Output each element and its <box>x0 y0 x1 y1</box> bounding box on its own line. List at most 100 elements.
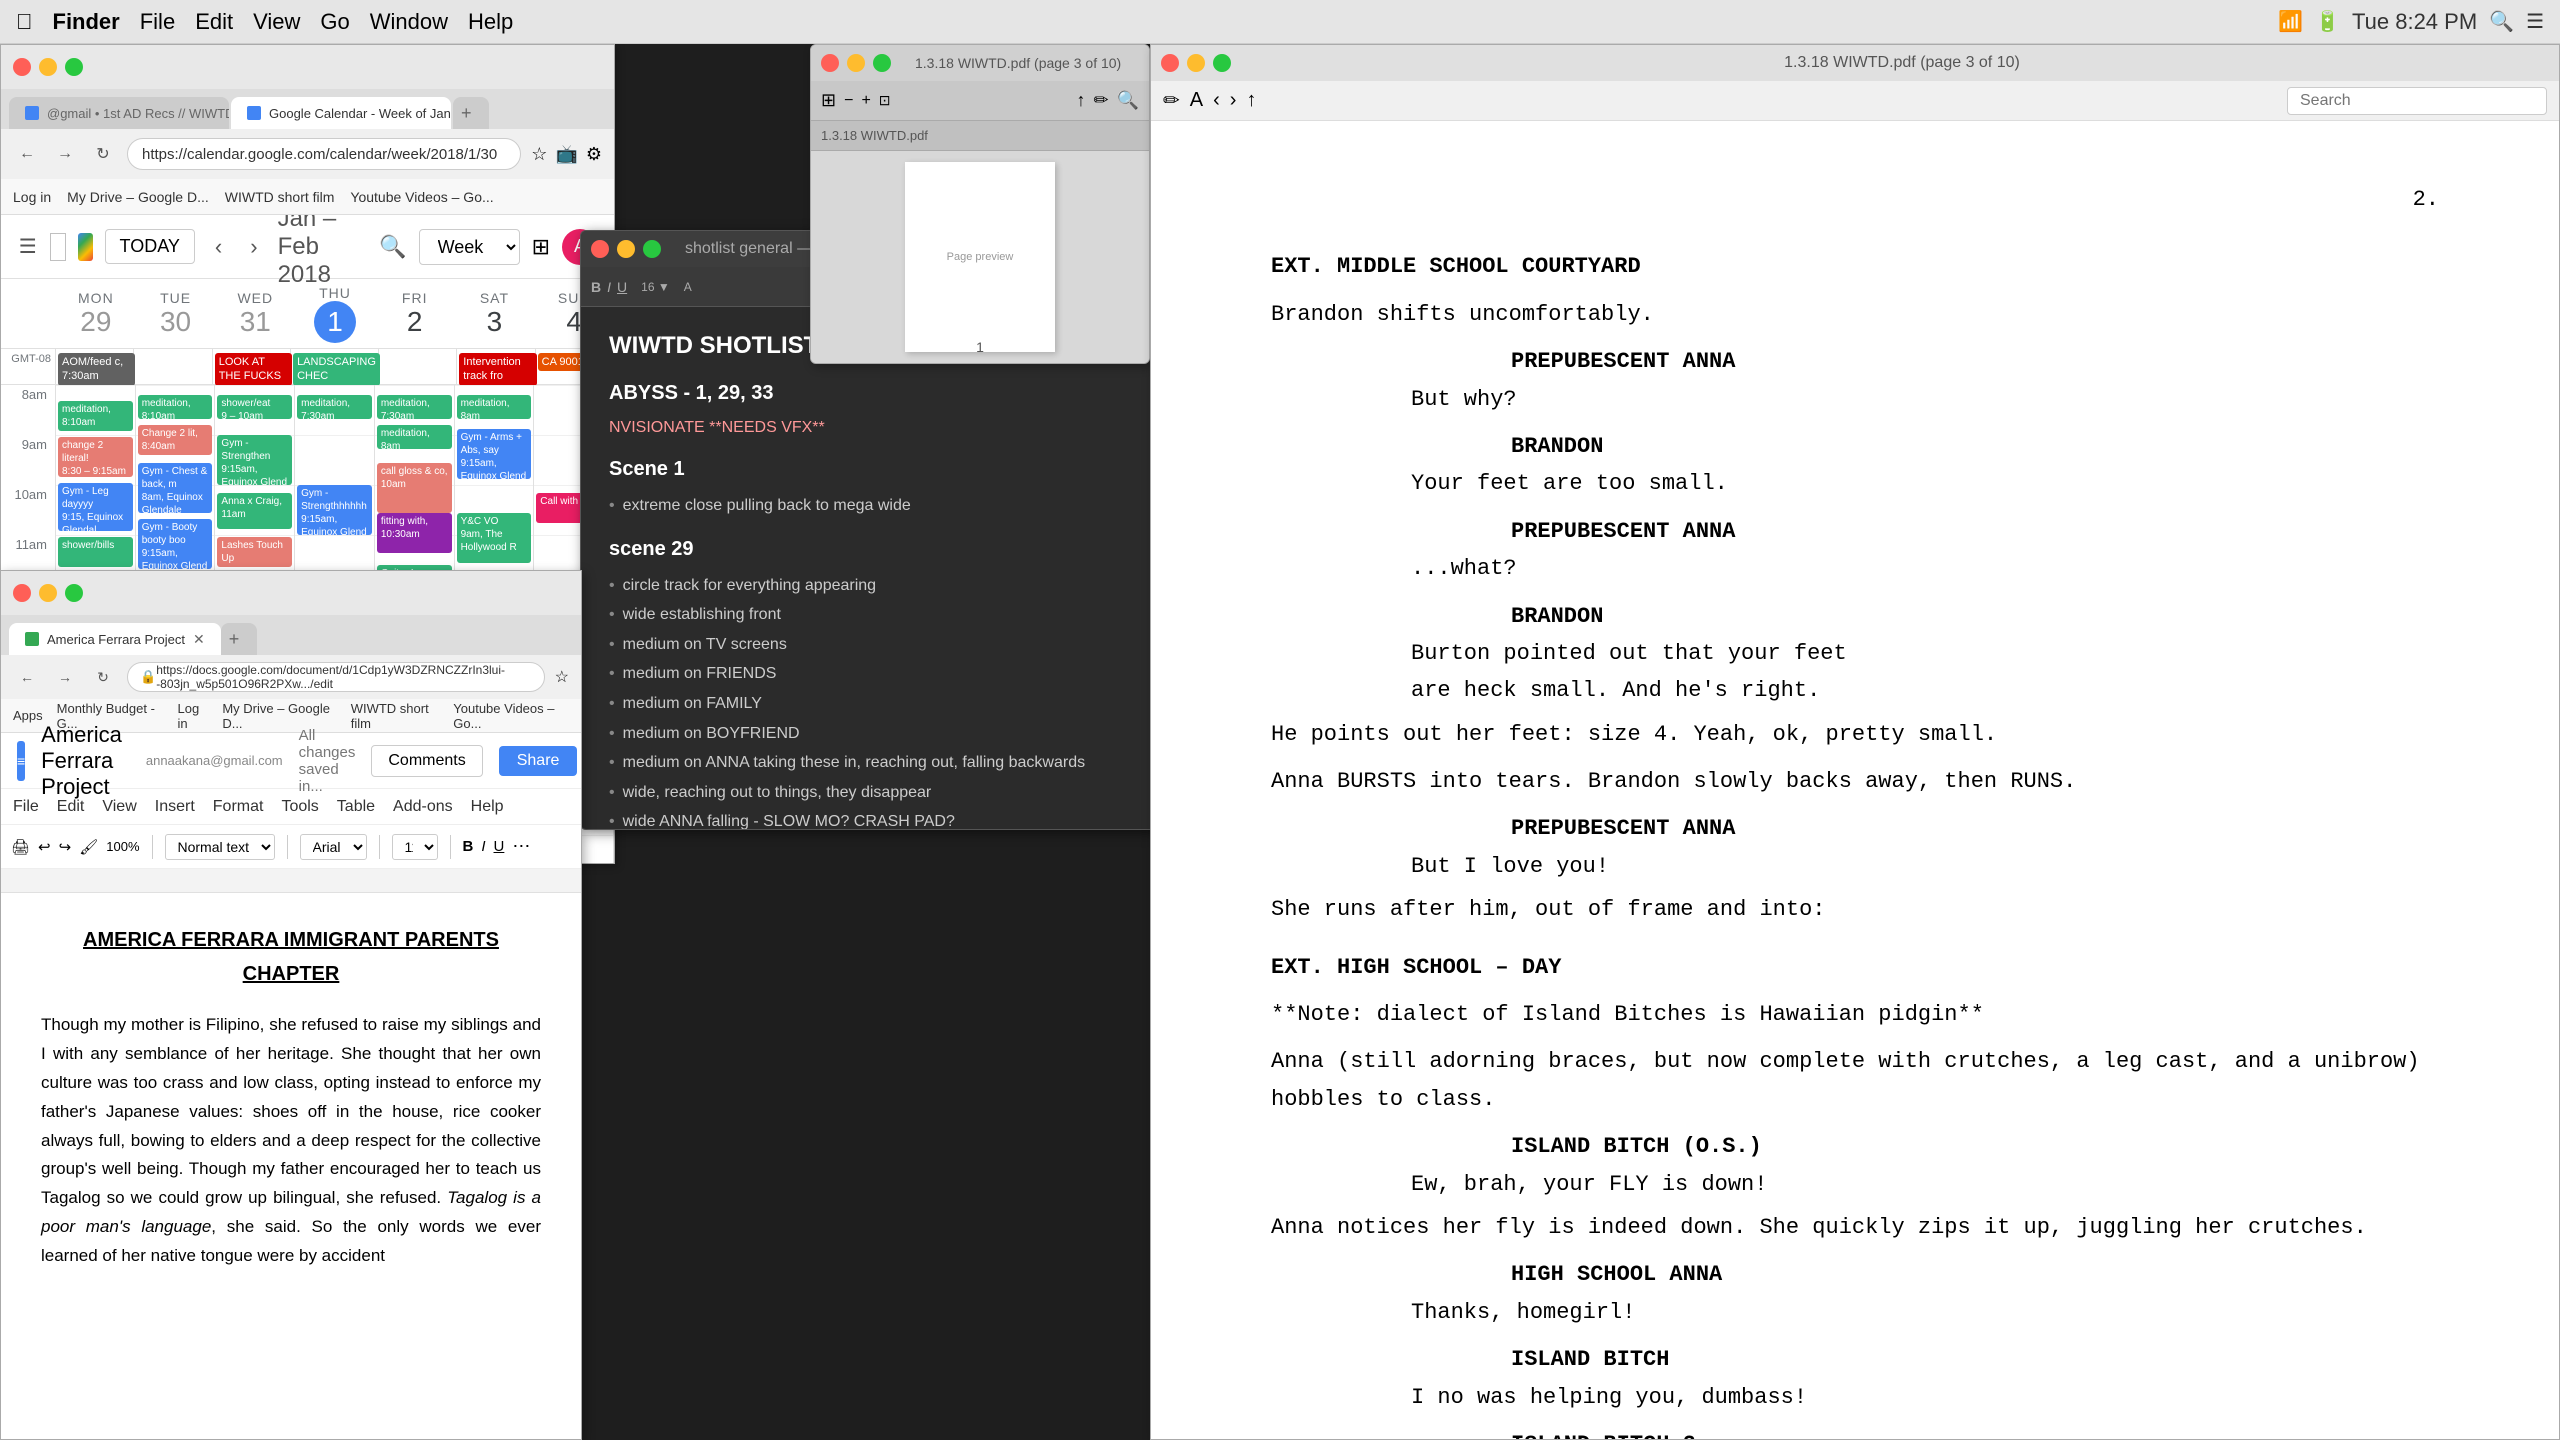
event-shower-eat-wed[interactable]: shower/eat9 – 10am <box>217 395 292 419</box>
docs-underline-icon[interactable]: U <box>494 838 505 855</box>
docs-menu-view[interactable]: View <box>102 798 136 816</box>
help-menu[interactable]: Help <box>468 9 513 35</box>
docs-minimize[interactable] <box>39 584 57 602</box>
event-meditation-fri-8[interactable]: meditation, 8am <box>377 425 452 449</box>
pdf-close[interactable] <box>821 54 839 72</box>
docs-forward-btn[interactable]: → <box>51 663 79 691</box>
screenplay-highlight-icon[interactable]: A <box>1190 89 1203 112</box>
docs-document-title[interactable]: America Ferrara Project <box>41 722 122 800</box>
shotlist-italic-icon[interactable]: I <box>607 279 611 295</box>
apple-logo-icon[interactable]:  <box>16 9 33 35</box>
docs-share-button[interactable]: Share <box>499 746 578 776</box>
event-meditation-thu-7:30[interactable]: meditation, 7:30am <box>297 395 372 419</box>
docs-bookmark-wiwtd[interactable]: WIWTD short film <box>351 701 440 731</box>
next-week-arrow[interactable]: › <box>242 230 265 264</box>
edit-menu[interactable]: Edit <box>195 9 233 35</box>
event-landscaping[interactable]: LANDSCAPING CHEC <box>293 353 380 386</box>
docs-bold-icon[interactable]: B <box>463 838 474 855</box>
bookmark-star-icon[interactable]: ☆ <box>531 144 547 165</box>
docs-menu-help[interactable]: Help <box>471 798 504 816</box>
pdf-search-icon[interactable]: 🔍 <box>1117 90 1139 111</box>
event-lashes-touch-up[interactable]: Lashes Touch Up10:30am, 10am <box>217 537 292 567</box>
today-button[interactable]: TODAY <box>105 229 195 264</box>
event-gym-arms[interactable]: Gym - Arms + Abs, say9:15am, Equinox Gle… <box>457 429 532 479</box>
docs-back-btn[interactable]: ← <box>13 663 41 691</box>
docs-menu-table[interactable]: Table <box>337 798 375 816</box>
day-header-wed[interactable]: WED 31 <box>215 279 295 348</box>
docs-bookmark-youtube[interactable]: Youtube Videos – Go... <box>453 701 569 731</box>
reload-button[interactable]: ↻ <box>89 140 117 168</box>
tab-calendar[interactable]: Google Calendar - Week of Jan... ✕ <box>231 97 451 129</box>
screenplay-next-page-icon[interactable]: › <box>1230 89 1237 112</box>
docs-menu-tools[interactable]: Tools <box>281 798 318 816</box>
maximize-button[interactable] <box>65 58 83 76</box>
event-gym-strengthhhh[interactable]: Gym - Strengthhhhhh9:15am, Equinox Glend <box>297 485 372 535</box>
docs-menu-file[interactable]: File <box>13 798 39 816</box>
event-aom-feed[interactable]: AOM/feed c, 7:30am <box>58 353 135 386</box>
view-menu[interactable]: View <box>253 9 300 35</box>
bookmark-login[interactable]: Log in <box>13 189 51 205</box>
shotlist-font-size[interactable]: 16 ▼ <box>641 280 670 294</box>
tab-gmail[interactable]: @gmail • 1st AD Recs // WIWTD - anna... <box>9 97 229 129</box>
extensions-icon[interactable]: ⚙ <box>586 144 602 165</box>
screenplay-maximize[interactable] <box>1213 54 1231 72</box>
docs-more-icon[interactable]: ⋯ <box>512 836 530 857</box>
docs-menu-edit[interactable]: Edit <box>57 798 85 816</box>
day-header-thu[interactable]: THU 1 <box>295 279 375 348</box>
window-menu[interactable]: Window <box>370 9 448 35</box>
pdf-fit-icon[interactable]: ⊡ <box>879 92 891 109</box>
prev-week-arrow[interactable]: ‹ <box>207 230 230 264</box>
event-shower-bills-mon[interactable]: shower/bills <box>58 537 133 567</box>
finder-menu[interactable]: Finder <box>53 9 120 35</box>
tab-new[interactable]: + <box>453 97 489 129</box>
screenplay-search-input[interactable] <box>2287 87 2547 115</box>
docs-fontsize-select[interactable]: 11 <box>392 834 438 860</box>
url-bar[interactable]: https://calendar.google.com/calendar/wee… <box>127 138 521 170</box>
wifi-icon[interactable]: 📶 <box>2278 9 2303 34</box>
calendar-view-select[interactable]: Week Day Month <box>419 229 520 265</box>
event-call-gloss[interactable]: call gloss & co, 10am <box>377 463 452 513</box>
screenplay-close[interactable] <box>1161 54 1179 72</box>
docs-reload-btn[interactable]: ↻ <box>89 663 117 691</box>
battery-icon[interactable]: 🔋 <box>2315 9 2340 34</box>
go-menu[interactable]: Go <box>320 9 349 35</box>
back-button[interactable]: ← <box>13 140 41 168</box>
docs-italic-icon[interactable]: I <box>481 838 485 855</box>
event-look-at-the-fuck[interactable]: LOOK AT THE FUCKS <box>215 353 292 386</box>
docs-style-select[interactable]: Normal text <box>165 834 275 860</box>
bookmark-drive[interactable]: My Drive – Google D... <box>67 189 209 205</box>
shotlist-maximize[interactable] <box>643 240 661 258</box>
docs-menu-insert[interactable]: Insert <box>155 798 195 816</box>
bookmark-wiwtd[interactable]: WIWTD short film <box>225 189 335 205</box>
day-header-tue[interactable]: TUE 30 <box>136 279 216 348</box>
event-gym-leg[interactable]: Gym - Leg dayyyy9:15, Equinox Glendal <box>58 483 133 531</box>
day-header-mon[interactable]: MON 29 <box>56 279 136 348</box>
event-gym-strength-wed[interactable]: Gym - Strengthen9:15am, Equinox Glend <box>217 435 292 485</box>
calendar-search-icon[interactable]: 🔍 <box>379 234 406 260</box>
event-gym-chest-tue[interactable]: Gym - Chest & back, m8am, Equinox Glenda… <box>138 463 213 513</box>
event-meditation-sat-8[interactable]: meditation, 8am <box>457 395 532 419</box>
bookmark-youtube[interactable]: Youtube Videos – Go... <box>350 189 493 205</box>
screenplay-prev-page-icon[interactable]: ‹ <box>1213 89 1220 112</box>
docs-tab-close[interactable]: ✕ <box>193 631 205 648</box>
docs-bookmark-apps[interactable]: Apps <box>13 708 43 723</box>
docs-tab-america[interactable]: America Ferrara Project ✕ <box>9 623 221 655</box>
pdf-zoom-out-icon[interactable]: − <box>844 92 853 110</box>
shotlist-close[interactable] <box>591 240 609 258</box>
pdf-maximize[interactable] <box>873 54 891 72</box>
docs-paint-icon[interactable]: 🖌 <box>79 838 98 856</box>
event-meditation-mon-8[interactable]: meditation, 8:10am <box>58 401 133 431</box>
pdf-edit-icon[interactable]: ✏ <box>1093 90 1108 111</box>
event-change-2-lit-tue[interactable]: Change 2 lit, 8:40am <box>138 425 213 455</box>
day-header-fri[interactable]: FRI 2 <box>375 279 455 348</box>
cast-icon[interactable]: 📺 <box>555 144 577 165</box>
pdf-share-icon[interactable]: ↑ <box>1076 90 1085 111</box>
shotlist-color-icon[interactable]: A <box>684 280 692 294</box>
event-anna-akae-wed[interactable]: Anna x Craig, 11am <box>217 493 292 529</box>
pdf-zoom-in-icon[interactable]: + <box>861 92 870 110</box>
screenplay-share-icon[interactable]: ↑ <box>1246 89 1256 112</box>
docs-menu-format[interactable]: Format <box>213 798 264 816</box>
docs-bookmark-star[interactable]: ☆ <box>555 667 569 687</box>
shotlist-bold-icon[interactable]: B <box>591 279 601 295</box>
event-meditation-fri-7:30[interactable]: meditation, 7:30am <box>377 395 452 419</box>
